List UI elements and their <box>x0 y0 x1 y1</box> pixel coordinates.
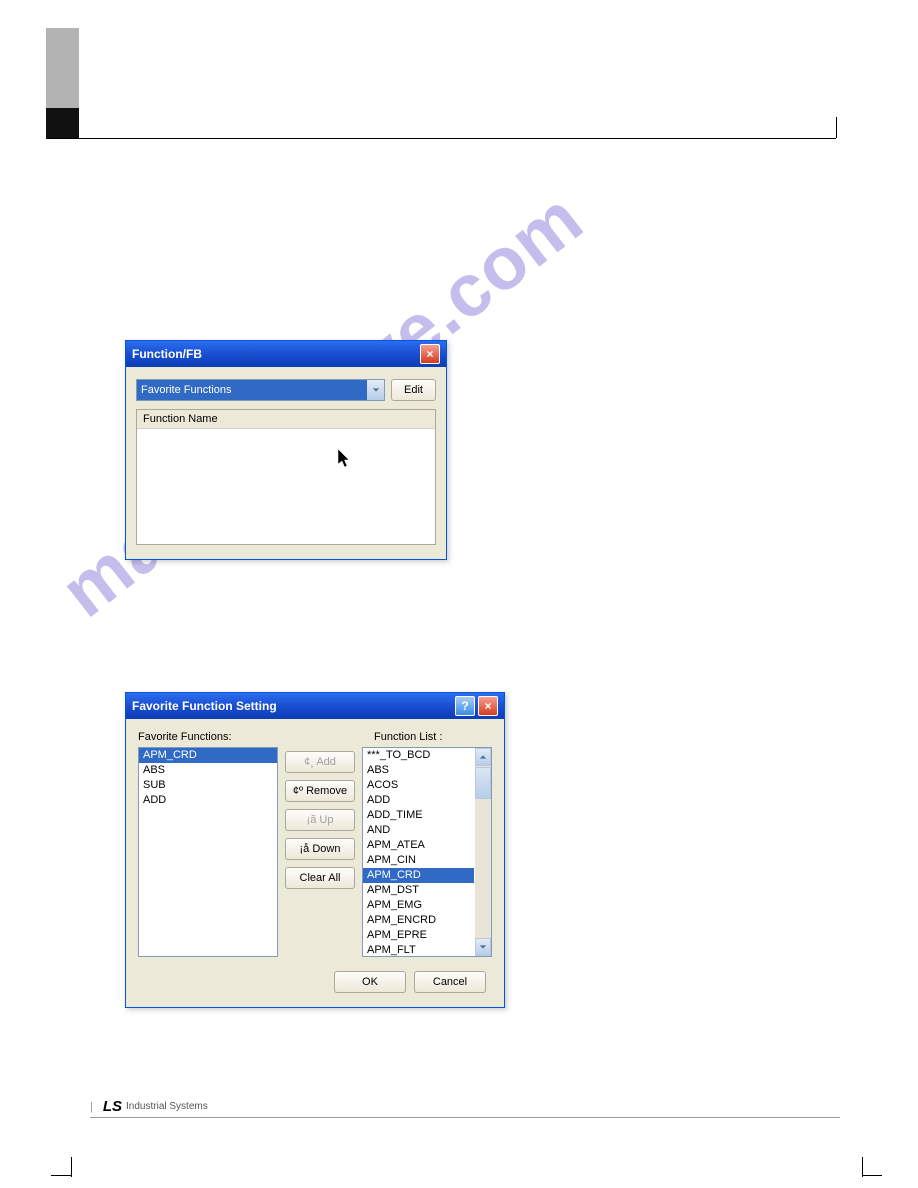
up-button[interactable]: ¡ã Up <box>285 809 355 831</box>
function-fb-dialog: Function/FB × Favorite Functions Edit Fu… <box>125 340 447 560</box>
favorite-function-setting-dialog: Favorite Function Setting ? × Favorite F… <box>125 692 505 1008</box>
favorite-functions-label: Favorite Functions: <box>138 731 286 743</box>
header-rule <box>46 138 836 139</box>
close-icon[interactable]: × <box>420 344 440 364</box>
dialog-title: Favorite Function Setting <box>132 699 277 713</box>
function-name-header: Function Name <box>137 410 435 429</box>
footer-rule <box>90 1117 840 1118</box>
function-list-label: Function List : <box>374 731 442 743</box>
list-item[interactable]: APM_ATEA <box>363 838 474 853</box>
list-item[interactable]: APM_ENCRD <box>363 913 474 928</box>
help-icon[interactable]: ? <box>455 696 475 716</box>
scroll-up-icon[interactable] <box>475 748 491 766</box>
list-item[interactable]: APM_CRD <box>139 748 277 763</box>
list-item[interactable]: ADD_TIME <box>363 808 474 823</box>
list-item[interactable]: APM_CRD <box>363 868 474 883</box>
list-item[interactable]: APM_CIN <box>363 853 474 868</box>
add-button[interactable]: ¢¸ Add <box>285 751 355 773</box>
brand-text: Industrial Systems <box>126 1101 208 1112</box>
crop-mark <box>862 1157 863 1177</box>
clear-all-button[interactable]: Clear All <box>285 867 355 889</box>
header-tickmark <box>836 117 837 138</box>
cancel-button[interactable]: Cancel <box>414 971 486 993</box>
mouse-cursor-icon <box>337 449 357 469</box>
crop-mark <box>51 1175 71 1176</box>
list-item[interactable]: ADD <box>363 793 474 808</box>
function-name-list[interactable]: Function Name <box>136 409 436 545</box>
combobox-selected-text: Favorite Functions <box>137 384 367 396</box>
list-item[interactable]: ABS <box>363 763 474 778</box>
crop-mark <box>862 1175 882 1176</box>
function-list-listbox[interactable]: ***_TO_BCDABSACOSADDADD_TIMEANDAPM_ATEAA… <box>362 747 492 957</box>
dialog-titlebar[interactable]: Favorite Function Setting ? × <box>126 693 504 719</box>
function-list-scrollbar[interactable] <box>475 748 491 956</box>
list-item[interactable]: APM_DST <box>363 883 474 898</box>
close-icon[interactable]: × <box>478 696 498 716</box>
dialog-title: Function/FB <box>132 347 202 361</box>
list-item[interactable]: APM_FLT <box>363 943 474 957</box>
list-item[interactable]: ***_TO_BCD <box>363 748 474 763</box>
ok-button[interactable]: OK <box>334 971 406 993</box>
ls-logo: LS <box>103 1098 122 1115</box>
list-item[interactable]: ADD <box>139 793 277 808</box>
chapter-tab-dark <box>46 108 79 138</box>
edit-button[interactable]: Edit <box>391 379 436 401</box>
list-item[interactable]: APM_EMG <box>363 898 474 913</box>
scroll-down-icon[interactable] <box>475 938 491 956</box>
list-item[interactable]: ACOS <box>363 778 474 793</box>
category-combobox[interactable]: Favorite Functions <box>136 379 385 401</box>
list-item[interactable]: APM_EPRE <box>363 928 474 943</box>
list-item[interactable]: SUB <box>139 778 277 793</box>
footer-brand: | LS Industrial Systems <box>90 1098 208 1115</box>
remove-button[interactable]: ¢º Remove <box>285 780 355 802</box>
list-item[interactable]: ABS <box>139 763 277 778</box>
chevron-down-icon[interactable] <box>367 380 384 400</box>
list-item[interactable]: AND <box>363 823 474 838</box>
favorite-functions-listbox[interactable]: APM_CRDABSSUBADD <box>138 747 278 957</box>
scroll-track[interactable] <box>475 800 491 938</box>
dialog-titlebar[interactable]: Function/FB × <box>126 341 446 367</box>
down-button[interactable]: ¡å Down <box>285 838 355 860</box>
scroll-thumb[interactable] <box>475 767 491 799</box>
crop-mark <box>71 1157 72 1177</box>
